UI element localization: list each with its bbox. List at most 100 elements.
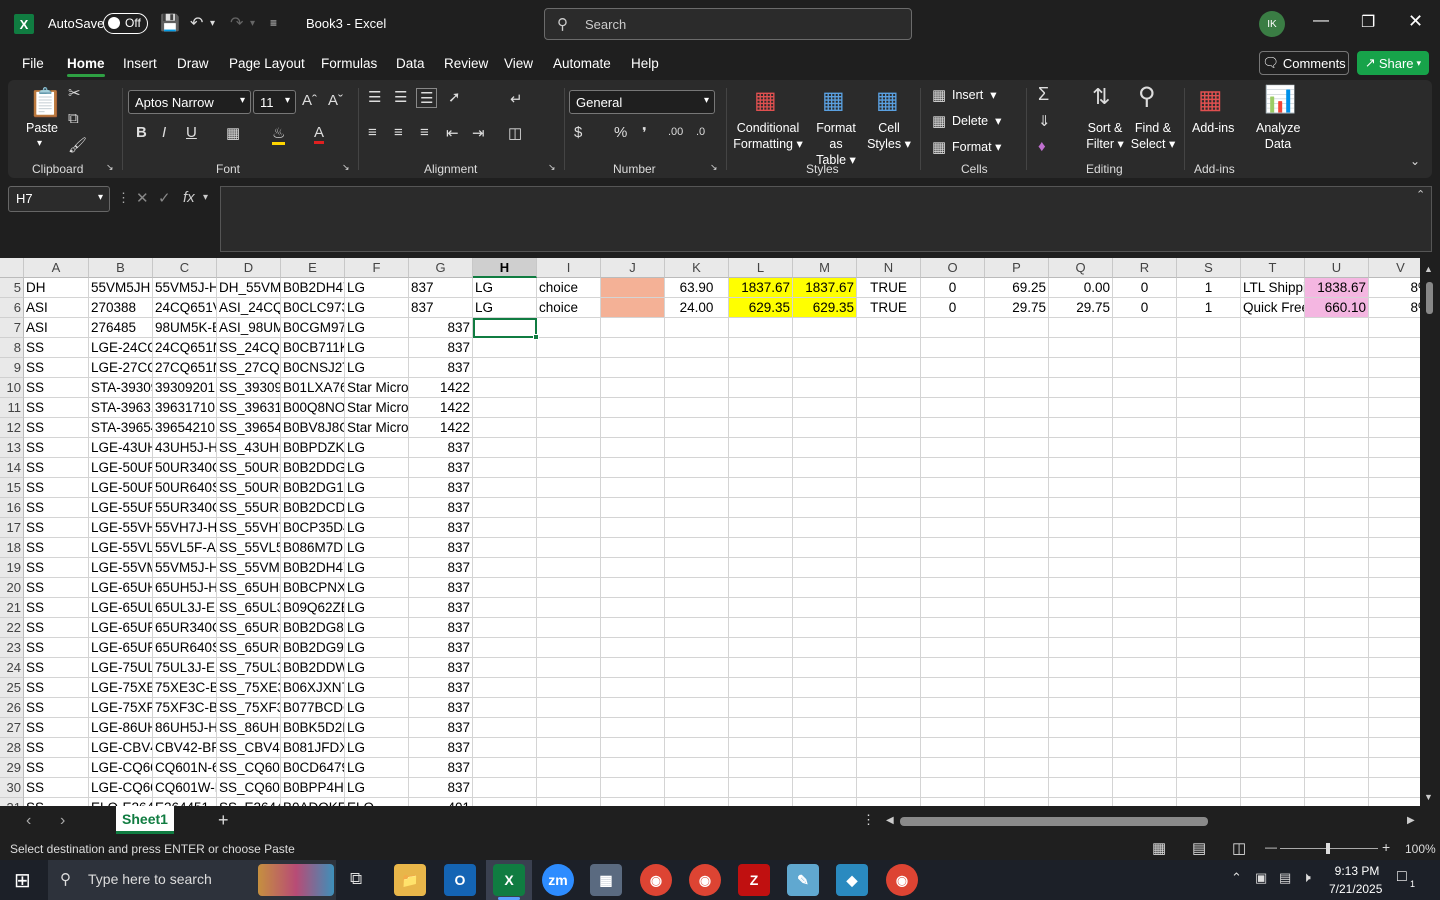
row-header[interactable]: 6 (0, 298, 24, 318)
tab-view[interactable]: View (504, 56, 533, 71)
cell-q25[interactable] (1049, 678, 1113, 698)
cell-k13[interactable] (665, 438, 729, 458)
cell-u31[interactable] (1305, 798, 1369, 806)
cell-s7[interactable] (1177, 318, 1241, 338)
cell-b29[interactable]: LGE-CQ60 (89, 758, 153, 778)
cell-u6[interactable]: 660.10 (1305, 298, 1369, 318)
tab-draw[interactable]: Draw (177, 56, 209, 71)
cell-b25[interactable]: LGE-75XE3 (89, 678, 153, 698)
cell-h16[interactable] (473, 498, 537, 518)
cell-g16[interactable]: 837 (409, 498, 473, 518)
cell-v9[interactable] (1369, 358, 1420, 378)
cell-f21[interactable]: LG (345, 598, 409, 618)
cell-j18[interactable] (601, 538, 665, 558)
row-header[interactable]: 27 (0, 718, 24, 738)
font-color-icon[interactable]: A (314, 124, 325, 144)
cell-r26[interactable] (1113, 698, 1177, 718)
cell-a29[interactable]: SS (24, 758, 89, 778)
calculator-icon[interactable]: ▦ (590, 864, 622, 896)
cell-n15[interactable] (857, 478, 921, 498)
cell-h15[interactable] (473, 478, 537, 498)
cell-i5[interactable]: choice (537, 278, 601, 298)
cell-h12[interactable] (473, 418, 537, 438)
cell-n14[interactable] (857, 458, 921, 478)
cell-g28[interactable]: 837 (409, 738, 473, 758)
cell-m10[interactable] (793, 378, 857, 398)
cell-r13[interactable] (1113, 438, 1177, 458)
column-header-p[interactable]: P (985, 258, 1049, 278)
cell-n20[interactable] (857, 578, 921, 598)
cell-f9[interactable]: LG (345, 358, 409, 378)
cell-o26[interactable] (921, 698, 985, 718)
cell-b18[interactable]: LGE-55VL5 (89, 538, 153, 558)
cell-o8[interactable] (921, 338, 985, 358)
horizontal-scroll-thumb[interactable] (900, 817, 1208, 826)
cell-a8[interactable]: SS (24, 338, 89, 358)
cell-a14[interactable]: SS (24, 458, 89, 478)
cell-v28[interactable] (1369, 738, 1420, 758)
insert-cells-icon[interactable]: ▦ (932, 86, 946, 104)
row-header[interactable]: 22 (0, 618, 24, 638)
cell-j27[interactable] (601, 718, 665, 738)
conditional-formatting-icon[interactable]: ▦ (754, 86, 777, 115)
cell-j23[interactable] (601, 638, 665, 658)
cell-r24[interactable] (1113, 658, 1177, 678)
cell-n21[interactable] (857, 598, 921, 618)
cell-h28[interactable] (473, 738, 537, 758)
cell-c15[interactable]: 50UR640S (153, 478, 217, 498)
function-dropdown-icon[interactable]: ▾ (203, 192, 208, 203)
cell-d25[interactable]: SS_75XE3C (217, 678, 281, 698)
cell-k25[interactable] (665, 678, 729, 698)
cell-f12[interactable]: Star Micro (345, 418, 409, 438)
column-header-n[interactable]: N (857, 258, 921, 278)
network-icon[interactable]: ▤ (1279, 870, 1291, 886)
cell-v27[interactable] (1369, 718, 1420, 738)
cell-l22[interactable] (729, 618, 793, 638)
cell-n25[interactable] (857, 678, 921, 698)
cell-a19[interactable]: SS (24, 558, 89, 578)
cell-c28[interactable]: CBV42-BP (153, 738, 217, 758)
cell-f18[interactable]: LG (345, 538, 409, 558)
cell-h6[interactable]: LG (473, 298, 537, 318)
cell-h17[interactable] (473, 518, 537, 538)
cell-l27[interactable] (729, 718, 793, 738)
cell-o19[interactable] (921, 558, 985, 578)
cell-o16[interactable] (921, 498, 985, 518)
cell-f13[interactable]: LG (345, 438, 409, 458)
cell-n28[interactable] (857, 738, 921, 758)
cell-b22[interactable]: LGE-65UR3 (89, 618, 153, 638)
zoom-level[interactable]: 100% (1405, 842, 1436, 856)
cell-t6[interactable]: Quick Free (1241, 298, 1305, 318)
cell-r11[interactable] (1113, 398, 1177, 418)
tab-automate[interactable]: Automate (553, 56, 611, 71)
cell-m28[interactable] (793, 738, 857, 758)
cell-k10[interactable] (665, 378, 729, 398)
cell-d17[interactable]: SS_55VH7J (217, 518, 281, 538)
cell-k8[interactable] (665, 338, 729, 358)
cell-n7[interactable] (857, 318, 921, 338)
cell-d10[interactable]: SS_393092 (217, 378, 281, 398)
scroll-up-icon[interactable]: ▲ (1424, 264, 1433, 274)
cell-j8[interactable] (601, 338, 665, 358)
cell-b26[interactable]: LGE-75XF3 (89, 698, 153, 718)
cell-m25[interactable] (793, 678, 857, 698)
cell-s28[interactable] (1177, 738, 1241, 758)
cell-g10[interactable]: 1422 (409, 378, 473, 398)
cell-k14[interactable] (665, 458, 729, 478)
cell-b24[interactable]: LGE-75UL3 (89, 658, 153, 678)
cell-n11[interactable] (857, 398, 921, 418)
column-header-m[interactable]: M (793, 258, 857, 278)
cell-l23[interactable] (729, 638, 793, 658)
cell-i9[interactable] (537, 358, 601, 378)
zoom-out-icon[interactable]: — (1265, 840, 1277, 854)
tray-chevron-icon[interactable]: ⌃ (1231, 870, 1242, 886)
cell-v19[interactable] (1369, 558, 1420, 578)
cell-o11[interactable] (921, 398, 985, 418)
cell-i15[interactable] (537, 478, 601, 498)
cell-s12[interactable] (1177, 418, 1241, 438)
cell-m20[interactable] (793, 578, 857, 598)
scroll-right-icon[interactable]: ▶ (1407, 815, 1415, 826)
cell-n6[interactable]: TRUE (857, 298, 921, 318)
cell-e21[interactable]: B09Q62ZB (281, 598, 345, 618)
vertical-scroll-thumb[interactable] (1426, 282, 1433, 314)
